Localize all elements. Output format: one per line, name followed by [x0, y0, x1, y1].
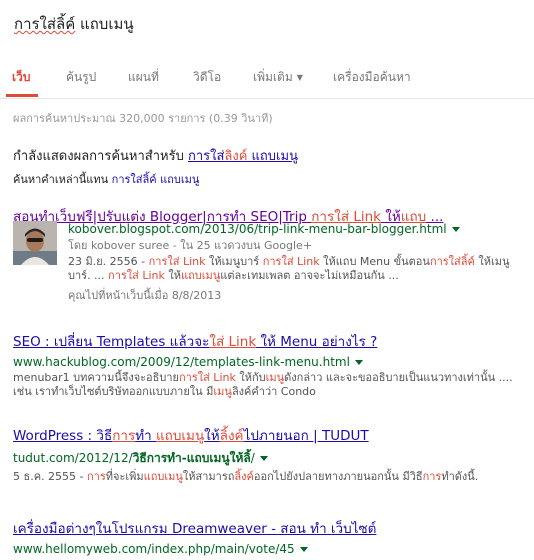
- search-result: เครื่องมือต่างๆในโปรแกรม Dreamweaver - ส…: [13, 517, 523, 556]
- result-url: www.hellomyweb.com/index.php/main/vote/4…: [13, 542, 523, 556]
- tab-more[interactable]: เพิ่มเติม ▼: [253, 68, 303, 87]
- search-bar[interactable]: การใส่ลิ้ค์ แถบเมนู: [0, 0, 534, 44]
- query-misspelled-part: ลิ้ค์: [56, 15, 76, 33]
- result-url: www.hackublog.com/2009/12/templates-link…: [13, 355, 523, 369]
- caret-down-icon[interactable]: [451, 227, 460, 232]
- query-part: แถบเมนู: [75, 15, 134, 33]
- result-body: kobover.blogspot.com/2013/06/trip-link-m…: [68, 218, 523, 304]
- result-title-link[interactable]: WordPress : วิธีการทำ แถบเมนูให้ลิ้งค์ไป…: [13, 424, 523, 446]
- result-url: kobover.blogspot.com/2013/06/trip-link-m…: [68, 222, 523, 236]
- search-result: WordPress : วิธีการทำ แถบเมนูให้ลิ้งค์ไป…: [13, 424, 523, 484]
- tab-web[interactable]: เว็บ: [12, 68, 30, 87]
- visited-note: คุณไปที่หน้าเว็บนี้เมื่อ 8/8/2013: [68, 289, 222, 302]
- corrected-query-link[interactable]: การใส่ลิงค์ แถบเมนู: [188, 149, 298, 164]
- search-tabs: เว็บ ค้นรูป แผนที่ วิดีโอ เพิ่มเติม ▼ เคร…: [0, 54, 534, 99]
- search-instead: ค้นหาคำเหล่านี้แทน การใส่ลิ้ค์ แถบเมนู: [13, 170, 199, 188]
- chevron-down-icon: ▼: [296, 73, 303, 82]
- tab-maps[interactable]: แผนที่: [128, 68, 159, 87]
- search-result: SEO : เปลี่ยน Templates แล้วจะใส่ Link ใ…: [13, 330, 523, 399]
- result-url: tudut.com/2012/12/วิธีการทำ-แถบเมนูให้ลิ…: [13, 449, 523, 468]
- result-snippet: 23 มิ.ย. 2556 - การใส่ Link ให้เมนูบาร์ …: [68, 255, 510, 282]
- author-meta: โดย kobover suree - ใน 25 แวดวงบน Google…: [68, 239, 313, 252]
- result-title-link[interactable]: SEO : เปลี่ยน Templates แล้วจะใส่ Link ใ…: [13, 330, 523, 352]
- search-input[interactable]: การใส่ลิ้ค์ แถบเมนู: [14, 12, 134, 36]
- tab-videos[interactable]: วิดีโอ: [193, 68, 221, 87]
- result-stats: ผลการค้นหาประมาณ 320,000 รายการ (0.39 วิ…: [13, 112, 273, 125]
- tab-search-tools[interactable]: เครื่องมือค้นหา: [333, 68, 411, 87]
- showing-results-label: กำลังแสดงผลการค้นหาสำหรับ: [13, 149, 184, 164]
- result-snippet: menubar1 บทความนี้จึงจะอธิบายการใส่ Link…: [13, 371, 513, 398]
- author-avatar[interactable]: [13, 221, 57, 265]
- caret-down-icon[interactable]: [354, 360, 363, 365]
- tab-images[interactable]: ค้นรูป: [66, 68, 96, 87]
- search-instead-label: ค้นหาคำเหล่านี้แทน: [13, 173, 109, 186]
- tab-more-label: เพิ่มเติม: [253, 70, 293, 84]
- result-title-link[interactable]: เครื่องมือต่างๆในโปรแกรม Dreamweaver - ส…: [13, 517, 523, 539]
- query-part: การใส่: [14, 15, 57, 33]
- caret-down-icon[interactable]: [259, 456, 268, 461]
- author-photo: [13, 221, 57, 265]
- spelling-correction: กำลังแสดงผลการค้นหาสำหรับ การใส่ลิงค์ แถ…: [13, 145, 298, 166]
- caret-down-icon[interactable]: [299, 547, 308, 552]
- search-result: สอนทำเว็บฟรี|ปรับแต่ง Blogger|การทำ SEO|…: [13, 205, 523, 302]
- original-query-link[interactable]: การใส่ลิ้ค์ แถบเมนู: [112, 173, 200, 186]
- active-tab-indicator: [6, 94, 38, 97]
- result-snippet: 5 ธ.ค. 2555 - การที่จะเพิ่มแถบเมนูให้สาม…: [13, 470, 479, 483]
